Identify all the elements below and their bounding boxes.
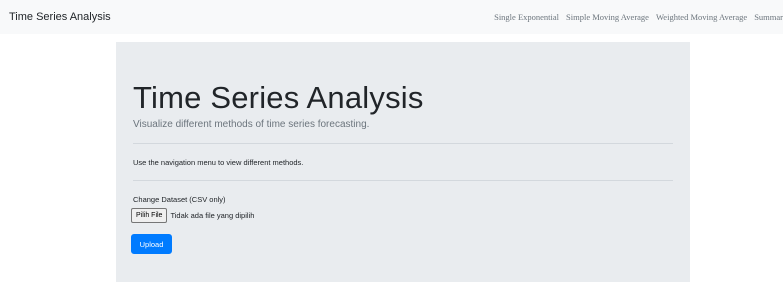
upload-button[interactable]: Upload xyxy=(131,234,172,254)
file-input: Pilih File Tidak ada file yang dipilih xyxy=(131,208,254,223)
nav-link-summary[interactable]: Summar xyxy=(754,12,783,22)
navbar: Time Series Analysis Single Exponential … xyxy=(0,0,783,34)
nav-links: Single Exponential Simple Moving Average… xyxy=(494,12,783,22)
divider xyxy=(133,180,673,181)
nav-link-simple-moving-average[interactable]: Simple Moving Average xyxy=(566,12,649,22)
navbar-brand[interactable]: Time Series Analysis xyxy=(9,11,111,23)
dataset-field-label: Change Dataset (CSV only) xyxy=(133,195,226,204)
nav-link-single-exponential[interactable]: Single Exponential xyxy=(494,12,559,22)
page-subtitle: Visualize different methods of time seri… xyxy=(133,119,370,130)
file-status-text: Tidak ada file yang dipilih xyxy=(170,211,255,220)
jumbotron: Time Series Analysis Visualize different… xyxy=(116,42,690,282)
divider xyxy=(133,143,673,144)
choose-file-button[interactable]: Pilih File xyxy=(131,208,168,223)
nav-link-weighted-moving-average[interactable]: Weighted Moving Average xyxy=(656,12,747,22)
page-title: Time Series Analysis xyxy=(133,80,424,115)
info-text: Use the navigation menu to view differen… xyxy=(133,158,304,167)
